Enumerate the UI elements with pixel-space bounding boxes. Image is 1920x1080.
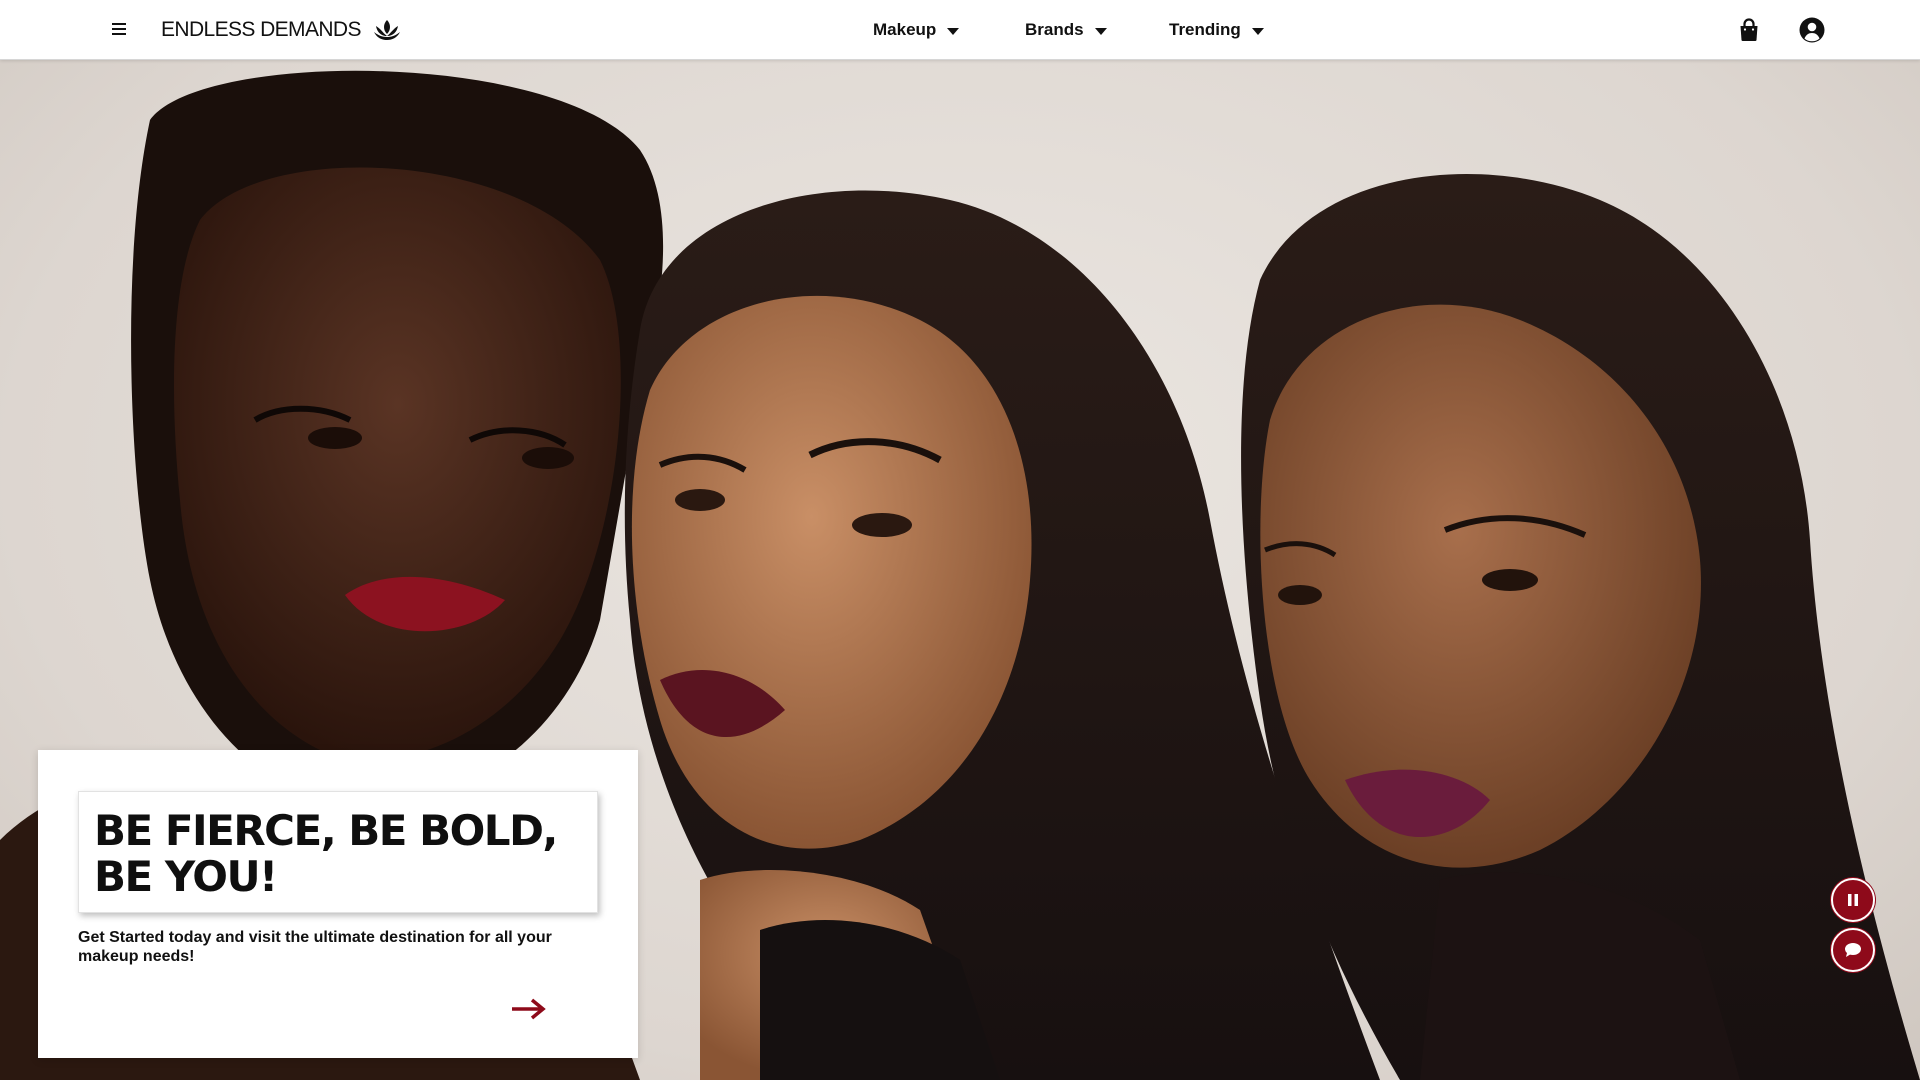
hamburger-icon [112,23,126,35]
top-navigation-bar: ENDLESS DEMANDS Makeup Brands Trending [0,0,1920,60]
chat-bubble-icon [1845,943,1861,957]
brand-logo-link[interactable]: ENDLESS DEMANDS [161,15,401,45]
pause-slideshow-button[interactable] [1831,878,1875,922]
caret-down-icon [1094,27,1107,35]
nav-brands-dropdown[interactable]: Brands [1025,18,1107,42]
account-button[interactable] [1798,16,1826,44]
chat-button[interactable] [1831,928,1875,972]
headline-box: BE FIERCE, BE BOLD, BE YOU! [78,791,598,913]
get-started-arrow-button[interactable] [510,997,546,1021]
user-circle-icon [1799,17,1825,43]
hero-banner: BE FIERCE, BE BOLD, BE YOU! Get Started … [0,60,1920,1080]
brand-name: ENDLESS DEMANDS [161,18,361,41]
lotus-icon [373,20,400,40]
arrow-right-icon [512,998,546,1020]
pause-icon [1848,894,1858,906]
nav-brands-label: Brands [1025,20,1084,39]
hero-promo-card: BE FIERCE, BE BOLD, BE YOU! Get Started … [38,750,638,1058]
nav-makeup-label: Makeup [873,20,937,39]
nav-trending-label: Trending [1169,20,1241,39]
hamburger-menu-button[interactable] [108,18,130,40]
hero-headline: BE FIERCE, BE BOLD, BE YOU! [94,806,558,901]
caret-down-icon [1251,27,1264,35]
nav-trending-dropdown[interactable]: Trending [1169,18,1264,42]
caret-down-icon [947,27,960,35]
nav-makeup-dropdown[interactable]: Makeup [873,18,960,42]
cart-button[interactable] [1735,16,1763,44]
shopping-bag-icon [1740,18,1758,41]
hero-subcopy: Get Started today and visit the ultimate… [78,929,552,965]
